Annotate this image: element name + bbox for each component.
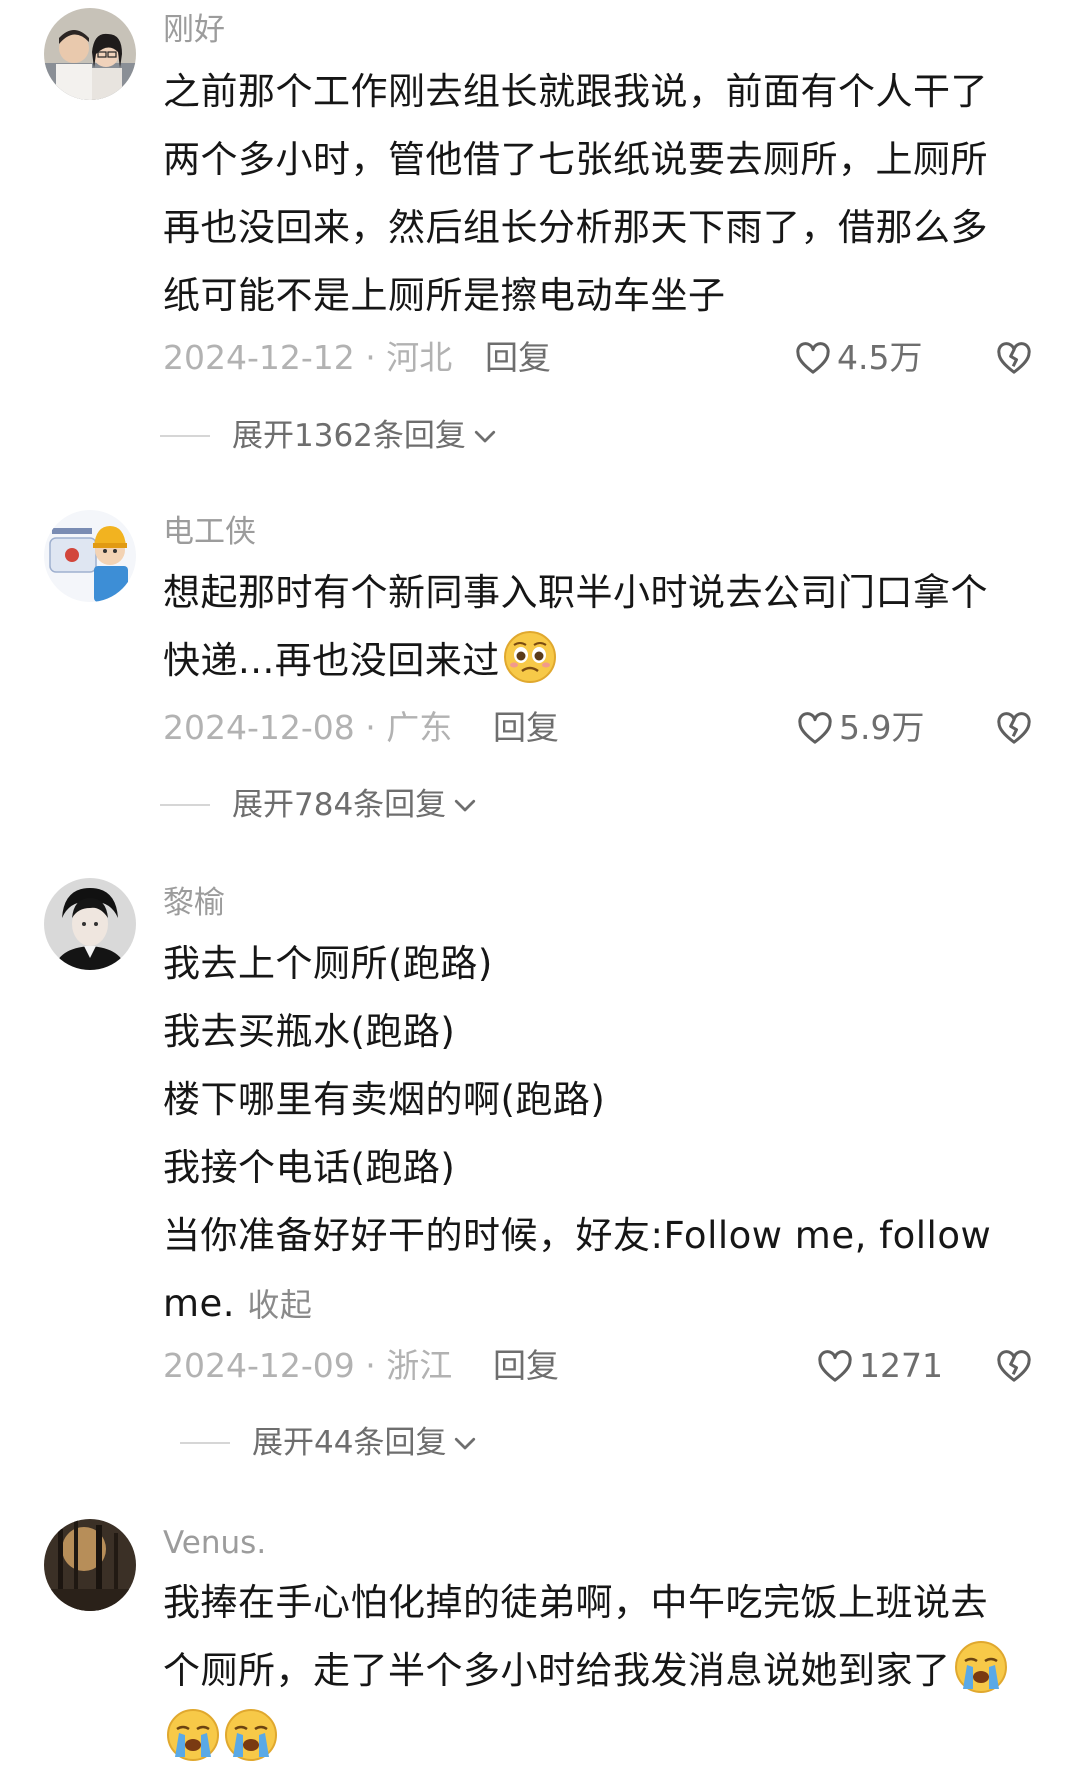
comment-line: 我去买瓶水(跑路) xyxy=(163,1010,456,1053)
like-button[interactable]: 4.5万 xyxy=(793,333,922,383)
like-count: 1271 xyxy=(859,1346,943,1385)
comment-text: 之前那个工作刚去组长就跟我说，前面有个人干了 两个多小时，管他借了七张纸说要去厕… xyxy=(163,58,1020,330)
comment-line: 楼下哪里有卖烟的啊(跑路) xyxy=(163,1078,606,1121)
collapse-button[interactable]: 收起 xyxy=(247,1286,312,1324)
username[interactable]: 黎榆 xyxy=(163,883,225,923)
comment-line: 我去上个厕所(跑路) xyxy=(163,942,493,985)
heart-outline-icon xyxy=(798,712,832,744)
comment-line: me. 收起 xyxy=(163,1282,313,1325)
comment-meta: 2024-12-12 · 河北 回复 4.5万 xyxy=(163,333,1040,383)
divider xyxy=(160,804,210,806)
comment-meta: 2024-12-09 · 浙江 回复 1271 xyxy=(163,1341,1040,1391)
like-count: 4.5万 xyxy=(837,338,923,377)
like-count: 5.9万 xyxy=(839,708,925,747)
username[interactable]: 刚好 xyxy=(163,10,225,50)
emoji-line xyxy=(163,1705,1020,1773)
date-location: 2024-12-08 · 广东 xyxy=(163,708,453,747)
avatar[interactable] xyxy=(44,878,136,970)
reply-button[interactable]: 回复 xyxy=(493,703,559,753)
expand-replies-button[interactable]: 展开44条回复 xyxy=(180,1421,480,1465)
reply-button[interactable]: 回复 xyxy=(493,1341,559,1391)
crying-face-emoji xyxy=(165,1707,221,1763)
expand-replies-label: 展开1362条回复 xyxy=(232,418,466,454)
expand-replies-button[interactable]: 展开1362条回复 xyxy=(160,414,500,458)
broken-heart-icon[interactable] xyxy=(994,338,1034,378)
like-button[interactable]: 5.9万 xyxy=(795,703,924,753)
expand-replies-label: 展开44条回复 xyxy=(252,1425,447,1461)
avatar[interactable] xyxy=(44,8,136,100)
like-button[interactable]: 1271 xyxy=(815,1341,943,1391)
comment-line: 我捧在手心怕化掉的徒弟啊，中午吃完饭上班说去 xyxy=(163,1581,988,1624)
comment-line: 两个多小时，管他借了七张纸说要去厕所，上厕所 xyxy=(163,138,988,181)
avatar[interactable] xyxy=(44,510,136,602)
comment-line: 纸可能不是上厕所是擦电动车坐子 xyxy=(163,274,726,317)
pleading-face-emoji xyxy=(502,629,558,685)
chevron-down-icon xyxy=(474,430,496,443)
chevron-down-icon xyxy=(455,1437,476,1450)
reply-button[interactable]: 回复 xyxy=(485,333,551,383)
username[interactable]: Venus. xyxy=(163,1523,266,1563)
date-location: 2024-12-12 · 河北 xyxy=(163,338,453,377)
heart-outline-icon xyxy=(796,342,830,374)
comment-text: 想起那时有个新同事入职半小时说去公司门口拿个 快递...再也没回来过 xyxy=(163,559,1020,695)
comment-line: 想起那时有个新同事入职半小时说去公司门口拿个 xyxy=(163,571,988,614)
date-location: 2024-12-09 · 浙江 xyxy=(163,1346,453,1385)
chevron-down-icon xyxy=(455,799,476,812)
comment-text: 我去上个厕所(跑路) 我去买瓶水(跑路) 楼下哪里有卖烟的啊(跑路) 我接个电话… xyxy=(163,930,1020,1339)
expand-replies-button[interactable]: 展开784条回复 xyxy=(160,783,480,827)
comment-line: 我接个电话(跑路) xyxy=(163,1146,456,1189)
crying-face-emoji xyxy=(223,1707,279,1763)
crying-face-emoji xyxy=(953,1639,1009,1695)
heart-outline-icon xyxy=(818,1350,852,1382)
username[interactable]: 电工侠 xyxy=(163,512,256,552)
comment-meta: 2024-12-08 · 广东 回复 5.9万 xyxy=(163,703,1040,753)
divider xyxy=(160,435,210,437)
broken-heart-icon[interactable] xyxy=(994,1346,1034,1386)
divider xyxy=(180,1442,230,1444)
avatar[interactable] xyxy=(44,1519,136,1611)
expand-replies-label: 展开784条回复 xyxy=(232,787,447,823)
comment-text: 我捧在手心怕化掉的徒弟啊，中午吃完饭上班说去 个厕所，走了半个多小时给我发消息说… xyxy=(163,1569,1020,1773)
comment-line: 个厕所，走了半个多小时给我发消息说她到家了 xyxy=(163,1637,1020,1705)
comment-line: 之前那个工作刚去组长就跟我说，前面有个人干了 xyxy=(163,70,988,113)
broken-heart-icon[interactable] xyxy=(994,708,1034,748)
comment-line: 当你准备好好干的时候，好友:Follow me, follow xyxy=(163,1214,992,1257)
comment-line: 快递...再也没回来过 xyxy=(163,627,1020,695)
comment-line: 再也没回来，然后组长分析那天下雨了，借那么多 xyxy=(163,206,988,249)
